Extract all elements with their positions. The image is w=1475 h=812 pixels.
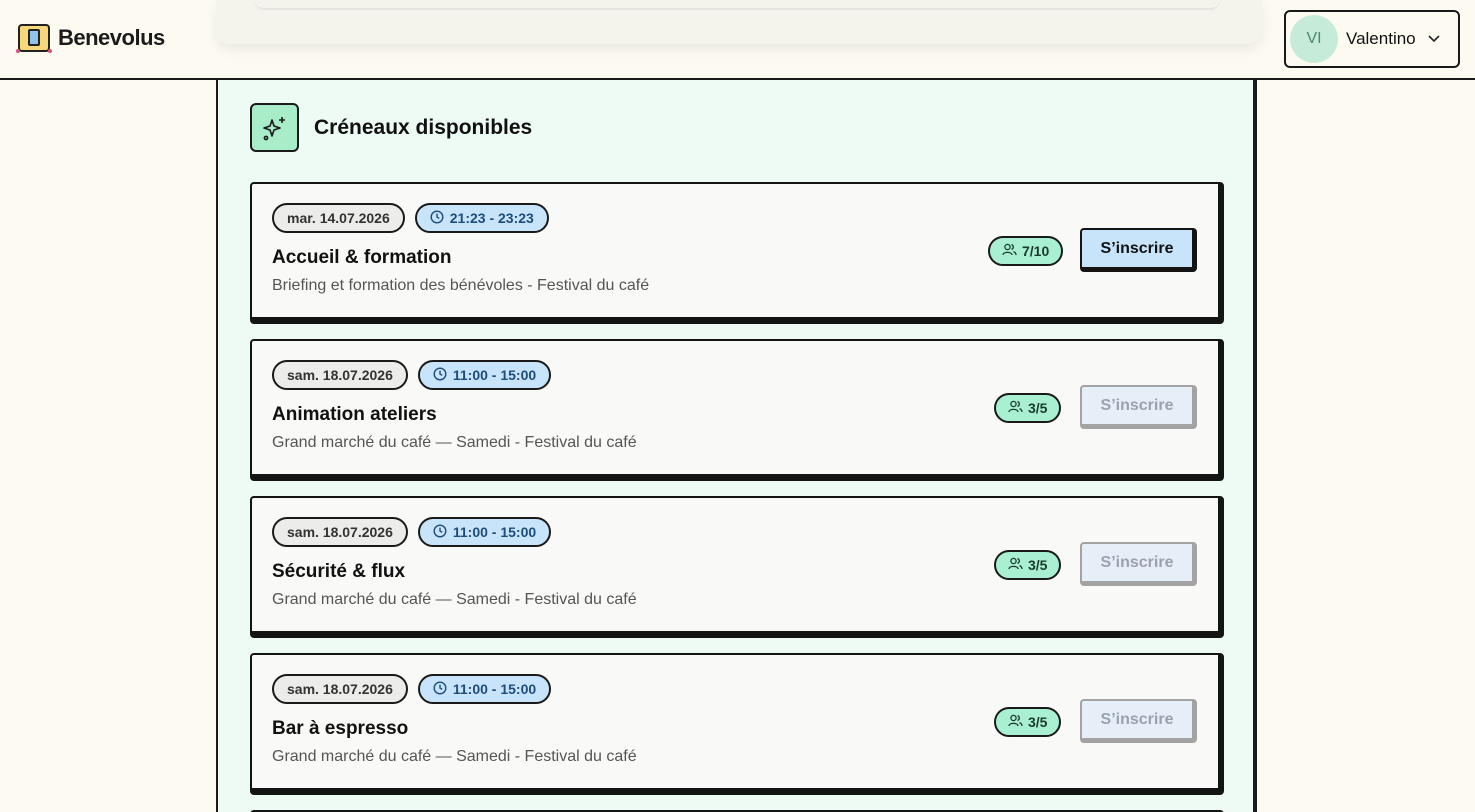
- slot-title: Sécurité & flux: [272, 561, 406, 582]
- slot-description: Briefing et formation des bénévoles - Fe…: [272, 277, 650, 294]
- slot-description: Grand marché du café — Samedi - Festival…: [272, 591, 637, 608]
- users-icon: [1008, 714, 1023, 730]
- date-text: sam. 18.07.2026: [287, 681, 393, 697]
- slot-card: mar. 14.07.2026 21:23 - 23:23 Accueil & …: [250, 182, 1224, 324]
- date-text: sam. 18.07.2026: [287, 524, 393, 540]
- section-header: Créneaux disponibles: [250, 103, 532, 152]
- signup-button-label: S’inscrire: [1100, 710, 1174, 728]
- sparkles-icon: [250, 103, 299, 152]
- time-text: 11:00 - 15:00: [452, 524, 537, 540]
- time-text: 21:23 - 23:23: [449, 210, 534, 226]
- users-icon: [1008, 557, 1023, 573]
- section-title: Créneaux disponibles: [314, 115, 533, 139]
- top-bar: Benevolus VI Valentino: [0, 0, 1475, 80]
- time-badge: 21:23 - 23:23: [414, 203, 549, 233]
- user-name: Valentino: [1346, 29, 1416, 48]
- users-icon: [1008, 400, 1023, 416]
- clock-icon: [433, 366, 447, 384]
- slot-description: Grand marché du café — Samedi - Festival…: [272, 434, 637, 451]
- signup-button-label: S’inscrire: [1100, 396, 1174, 414]
- time-badge: 11:00 - 15:00: [417, 360, 552, 390]
- date-badge: mar. 14.07.2026: [272, 203, 405, 233]
- slot-card: sam. 18.07.2026 11:00 - 15:00 Animation …: [250, 339, 1224, 481]
- app-name: Benevolus: [58, 25, 165, 50]
- slot-card: sam. 18.07.2026 11:00 - 15:00 Bar à espr…: [250, 653, 1224, 795]
- clock-icon: [433, 523, 447, 541]
- capacity-badge: 7/10: [988, 236, 1064, 266]
- avatar: VI: [1290, 15, 1338, 63]
- signup-button[interactable]: S’inscrire: [1080, 385, 1197, 429]
- signup-button[interactable]: S’inscrire: [1080, 542, 1197, 586]
- slot-badges: sam. 18.07.2026 11:00 - 15:00: [272, 517, 552, 547]
- users-icon: [1002, 243, 1017, 259]
- chevron-down-icon: [1428, 32, 1440, 46]
- clock-icon: [430, 209, 444, 227]
- slot-card: sam. 18.07.2026 11:00 - 15:00 Sécurité &…: [250, 496, 1224, 638]
- signup-button-label: S’inscrire: [1100, 553, 1174, 571]
- signup-button[interactable]: S’inscrire: [1080, 699, 1197, 743]
- slot-title: Accueil & formation: [272, 247, 452, 268]
- time-badge: 11:00 - 15:00: [417, 517, 552, 547]
- capacity-text: 3/5: [1028, 400, 1048, 416]
- date-text: mar. 14.07.2026: [287, 210, 390, 226]
- signup-button[interactable]: S’inscrire: [1080, 228, 1197, 272]
- user-menu-button[interactable]: VI Valentino: [1284, 10, 1460, 68]
- signup-button-label: S’inscrire: [1100, 239, 1174, 257]
- date-text: sam. 18.07.2026: [287, 367, 393, 383]
- app-logo[interactable]: Benevolus: [16, 22, 165, 54]
- time-badge: 11:00 - 15:00: [417, 674, 552, 704]
- time-text: 11:00 - 15:00: [452, 367, 537, 383]
- slot-badges: sam. 18.07.2026 11:00 - 15:00: [272, 674, 552, 704]
- date-badge: sam. 18.07.2026: [272, 517, 408, 547]
- time-text: 11:00 - 15:00: [452, 681, 537, 697]
- capacity-badge: 3/5: [994, 707, 1062, 737]
- date-badge: sam. 18.07.2026: [272, 360, 408, 390]
- capacity-text: 3/5: [1028, 714, 1048, 730]
- slots-panel: Créneaux disponibles mar. 14.07.2026 21:…: [216, 80, 1257, 812]
- slot-badges: sam. 18.07.2026 11:00 - 15:00: [272, 360, 552, 390]
- benevolus-logo-icon: [16, 22, 52, 54]
- capacity-text: 7/10: [1022, 243, 1050, 259]
- capacity-text: 3/5: [1028, 557, 1048, 573]
- slot-title: Bar à espresso: [272, 718, 409, 739]
- slot-badges: mar. 14.07.2026 21:23 - 23:23: [272, 203, 549, 233]
- capacity-badge: 3/5: [994, 393, 1062, 423]
- slot-description: Grand marché du café — Samedi - Festival…: [272, 748, 637, 765]
- previous-card-inner-edge: [254, 0, 1220, 10]
- clock-icon: [433, 680, 447, 698]
- slot-title: Animation ateliers: [272, 404, 437, 425]
- capacity-badge: 3/5: [994, 550, 1062, 580]
- date-badge: sam. 18.07.2026: [272, 674, 408, 704]
